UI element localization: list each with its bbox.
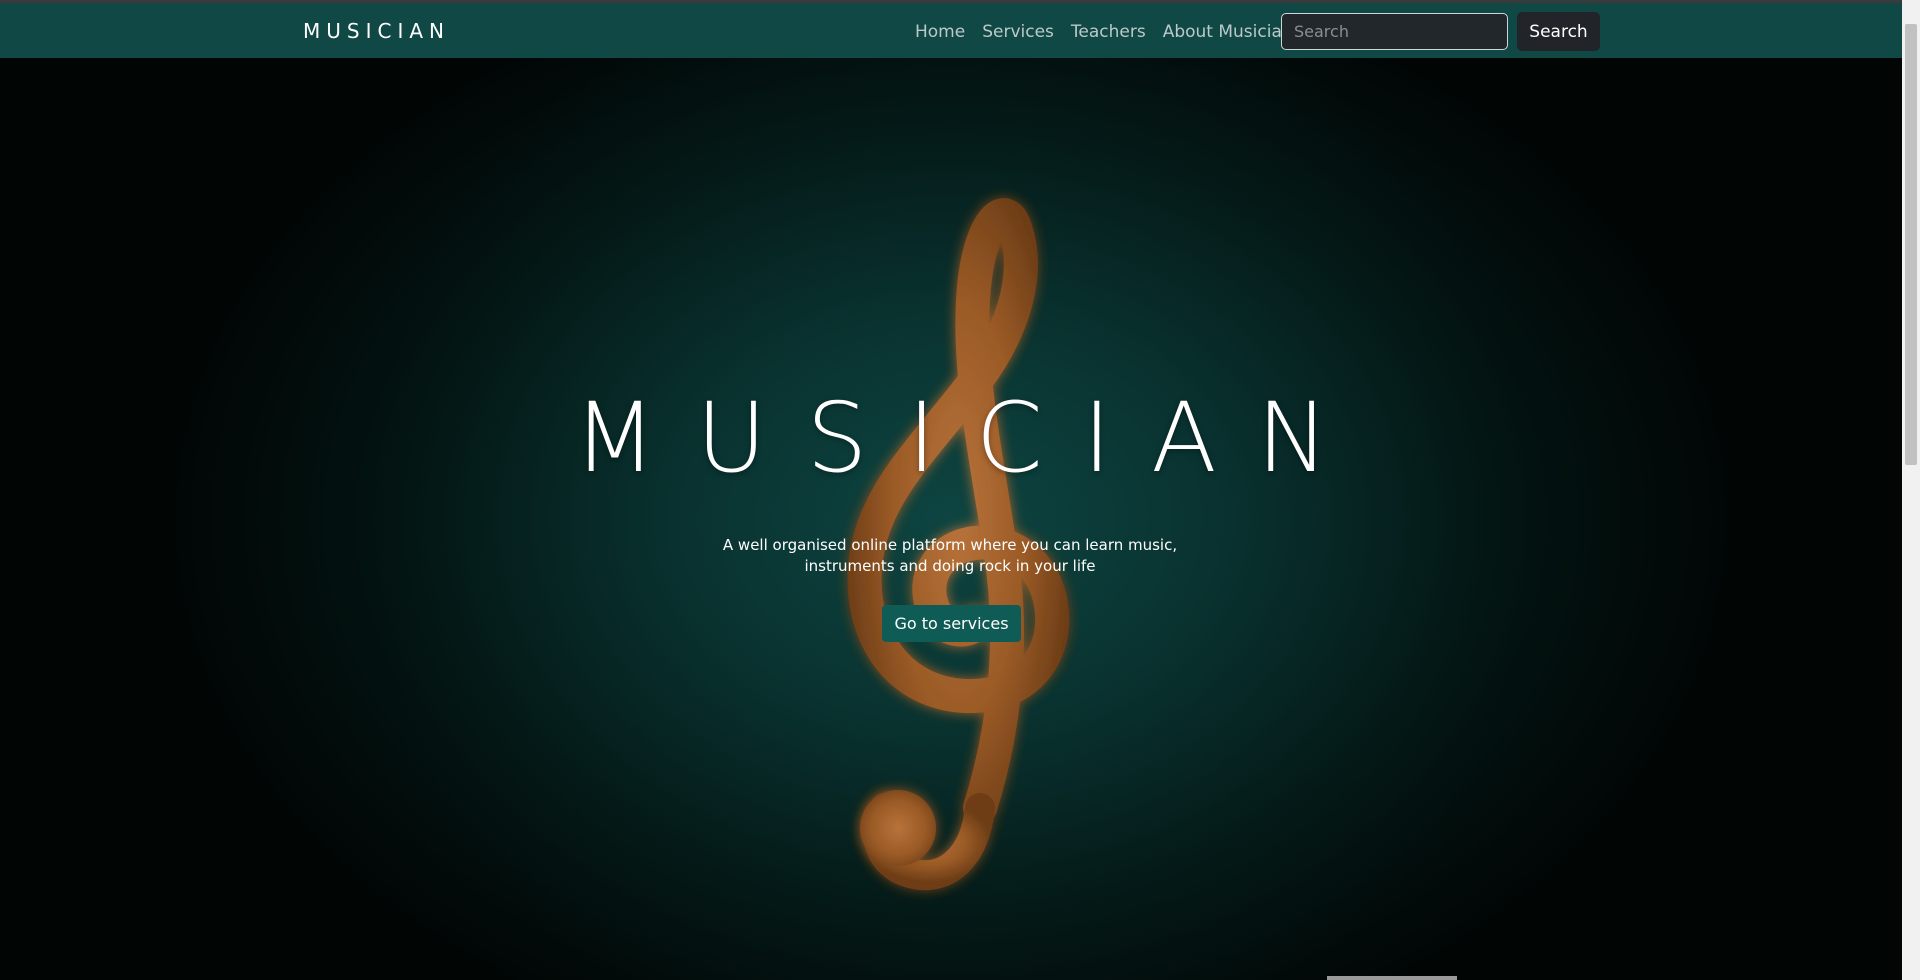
page-scrollbar[interactable]	[1902, 0, 1920, 980]
clef-dot	[860, 790, 936, 866]
search-button[interactable]: Search	[1517, 12, 1600, 51]
nav-links: Home Services Teachers About Musician	[915, 20, 1293, 44]
hero-title: MUSICIAN	[573, 382, 1369, 494]
go-to-services-button[interactable]: Go to services	[882, 605, 1021, 642]
navbar: MUSICIAN Home Services Teachers About Mu…	[0, 3, 1902, 58]
nav-link-teachers[interactable]: Teachers	[1071, 20, 1146, 44]
nav-link-home[interactable]: Home	[915, 20, 965, 44]
brand-logo[interactable]: MUSICIAN	[303, 18, 450, 44]
nav-link-services[interactable]: Services	[982, 20, 1054, 44]
hero-subtitle: A well organised online platform where y…	[722, 536, 1178, 575]
search-input[interactable]	[1281, 13, 1508, 50]
scrollbar-thumb[interactable]	[1905, 24, 1917, 465]
nav-link-about[interactable]: About Musician	[1163, 20, 1293, 44]
bottom-scroll-indicator	[1327, 976, 1457, 980]
hero-section: MUSICIAN A well organised online platfor…	[0, 58, 1902, 980]
